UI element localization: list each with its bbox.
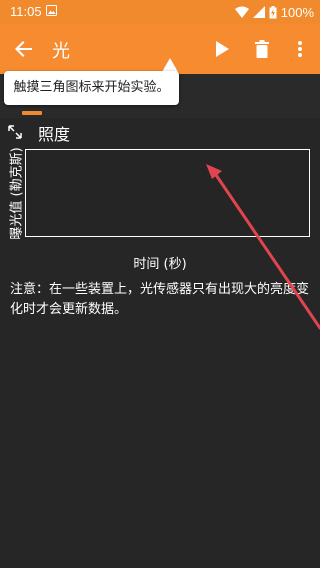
x-axis-label: 时间 (秒) (133, 257, 187, 272)
more-options-button[interactable] (286, 35, 314, 63)
y-axis-label-container: 曝光值 (勒克斯) (3, 146, 27, 240)
wifi-icon (234, 6, 249, 18)
battery-charging-icon (269, 5, 277, 18)
delete-icon (255, 40, 269, 58)
status-icons: 100% (234, 3, 314, 21)
play-icon (216, 41, 229, 57)
tab-indicator (22, 111, 42, 115)
photo-notification-icon (46, 5, 57, 16)
arrow-back-icon (15, 41, 32, 57)
start-tooltip[interactable]: 触摸三角图标来开始实验。 (4, 71, 179, 105)
page-title: 光 (52, 41, 70, 62)
y-axis-label: 曝光值 (勒克斯) (9, 146, 25, 240)
battery-level: 100% (280, 4, 314, 20)
status-time: 11:05 (10, 4, 42, 19)
back-button[interactable] (10, 35, 38, 63)
expand-icon[interactable] (8, 125, 22, 139)
delete-button[interactable] (248, 35, 276, 63)
tooltip-pointer (162, 58, 178, 72)
app-bar: 光 (0, 24, 320, 74)
more-vert-icon (298, 41, 302, 57)
sensor-note: 注意：在一些装置上，光传感器只有出现大的亮度变化时才会更新数据。 (10, 282, 310, 317)
graph-title: 照度 (38, 125, 71, 144)
graph-plot-area[interactable] (25, 149, 310, 237)
status-bar: 11:05 100% (0, 0, 320, 24)
start-experiment-button[interactable] (208, 35, 236, 63)
signal-icon (252, 6, 265, 18)
